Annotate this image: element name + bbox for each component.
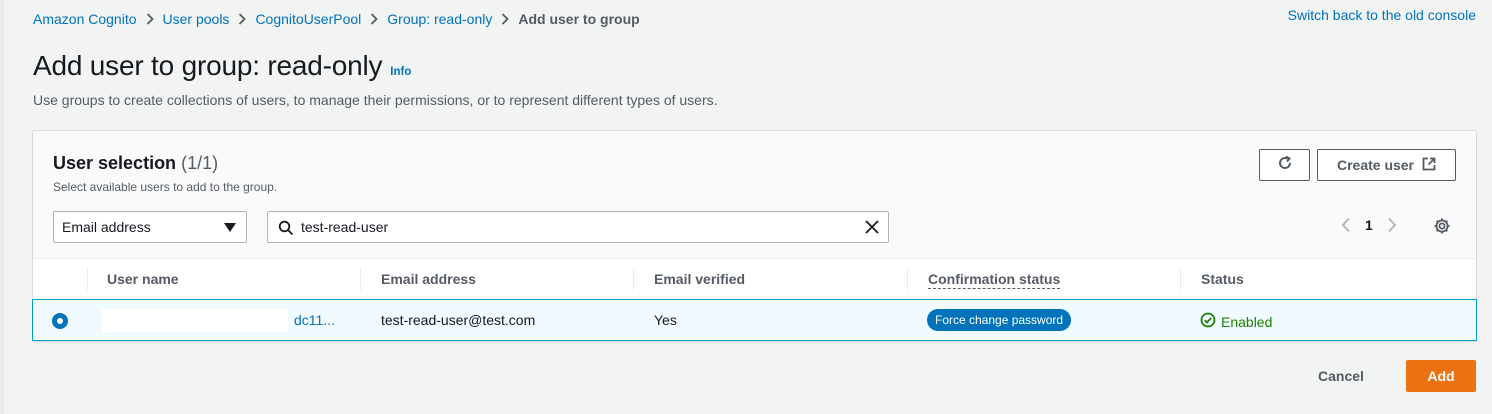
breadcrumb-group[interactable]: Group: read-only <box>387 11 492 27</box>
breadcrumb-amazon-cognito[interactable]: Amazon Cognito <box>33 11 137 27</box>
pagination: 1 <box>1341 217 1397 233</box>
page-title: Add user to group: read-only Info <box>33 50 411 82</box>
breadcrumb-user-pools[interactable]: User pools <box>163 11 230 27</box>
filter-property-select[interactable]: Email address <box>53 211 247 243</box>
row-select-radio[interactable] <box>52 313 68 329</box>
status-cell: Enabled <box>1200 312 1272 331</box>
create-user-button[interactable]: Create user <box>1317 149 1456 181</box>
confirmation-status-badge: Force change password <box>927 309 1072 331</box>
breadcrumb-current: Add user to group <box>518 11 640 27</box>
search-value: test-read-user <box>301 219 389 235</box>
caret-down-icon <box>224 223 236 232</box>
chevron-right-icon <box>238 13 247 25</box>
column-divider <box>907 268 908 290</box>
page-description: Use groups to create collections of user… <box>33 92 718 108</box>
gear-icon[interactable] <box>1433 217 1451 240</box>
column-confirmation-status[interactable]: Confirmation status <box>928 271 1061 289</box>
chevron-right-icon <box>501 13 510 25</box>
user-name-link[interactable]: dc11... <box>294 312 335 328</box>
column-email-verified[interactable]: Email verified <box>654 271 745 287</box>
panel-title-text: User selection <box>53 153 177 173</box>
info-link[interactable]: Info <box>390 66 411 78</box>
table-header: User name Email address Email verified C… <box>33 259 1476 299</box>
redacted-user-name <box>102 309 288 332</box>
column-divider <box>87 268 88 290</box>
search-icon <box>278 220 294 239</box>
external-link-icon <box>1422 157 1436 174</box>
chevron-left-icon[interactable] <box>1341 217 1351 233</box>
panel-header: User selection (1/1) Select available us… <box>33 131 1476 259</box>
breadcrumb-user-pool[interactable]: CognitoUserPool <box>255 11 361 27</box>
column-status[interactable]: Status <box>1201 271 1244 287</box>
status-text: Enabled <box>1221 313 1273 330</box>
cell-email: test-read-user@test.com <box>381 312 536 328</box>
breadcrumb: Amazon Cognito User pools CognitoUserPoo… <box>33 10 640 28</box>
create-user-label: Create user <box>1336 157 1415 173</box>
chevron-right-icon <box>370 13 379 25</box>
panel-subtitle: Select available users to add to the gro… <box>53 180 278 194</box>
check-circle-icon <box>1200 312 1216 331</box>
cell-email-verified: Yes <box>654 312 677 328</box>
search-input[interactable]: test-read-user <box>267 211 889 243</box>
column-divider <box>360 268 361 290</box>
table-row[interactable]: dc11... test-read-user@test.com Yes Forc… <box>32 299 1477 341</box>
add-button[interactable]: Add <box>1406 360 1476 392</box>
cancel-button[interactable]: Cancel <box>1318 366 1364 386</box>
chevron-right-icon <box>146 13 154 25</box>
page-number[interactable]: 1 <box>1365 217 1373 233</box>
close-icon[interactable] <box>864 219 880 238</box>
column-user-name[interactable]: User name <box>107 271 179 287</box>
panel-title: User selection (1/1) <box>53 153 218 174</box>
column-divider <box>1180 268 1181 290</box>
chevron-right-icon[interactable] <box>1387 217 1397 233</box>
user-selection-panel: User selection (1/1) Select available us… <box>32 130 1477 342</box>
column-email-address[interactable]: Email address <box>381 271 476 287</box>
page-heading: Add user to group: read-only <box>33 50 383 81</box>
column-divider <box>633 268 634 290</box>
filter-property-value: Email address <box>62 219 151 235</box>
refresh-button[interactable] <box>1259 149 1310 181</box>
panel-count: (1/1) <box>181 153 219 173</box>
left-edge <box>0 0 4 414</box>
refresh-icon <box>1277 155 1293 176</box>
switch-old-console-link[interactable]: Switch back to the old console <box>1288 7 1476 23</box>
